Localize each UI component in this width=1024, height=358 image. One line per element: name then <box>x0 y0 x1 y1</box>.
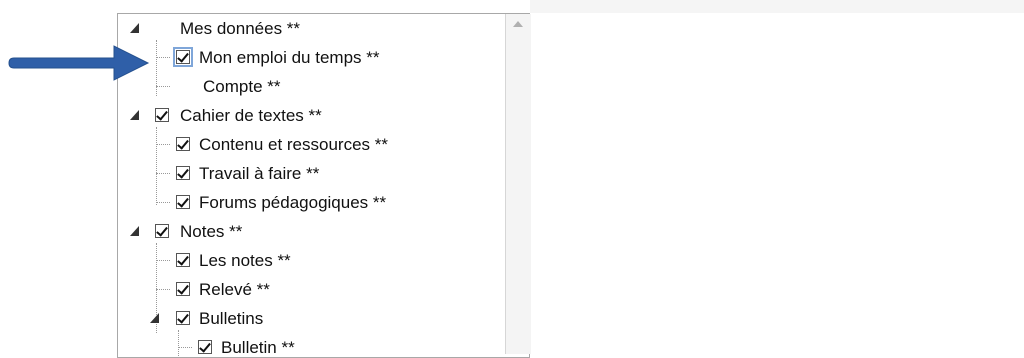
checkbox[interactable] <box>176 253 190 267</box>
tree-item-label: Notes ** <box>180 222 243 241</box>
tree-item-bulletins[interactable]: Bulletins <box>118 307 508 331</box>
tree-item-compte[interactable]: Compte ** <box>118 75 508 99</box>
checkbox[interactable] <box>176 166 190 180</box>
tree-item-label: Travail à faire ** <box>199 164 320 183</box>
tree-item-cahier-de-textes[interactable]: Cahier de textes ** <box>118 104 508 128</box>
tree-item-releve[interactable]: Relevé ** <box>118 278 508 302</box>
background-strip <box>530 0 1024 13</box>
tree-item-contenu-et-ressources[interactable]: Contenu et ressources ** <box>118 133 508 157</box>
checkbox[interactable] <box>198 340 212 354</box>
checkbox[interactable] <box>155 108 169 122</box>
vertical-scrollbar[interactable] <box>505 14 531 354</box>
arrow-right-icon <box>8 45 150 81</box>
expander-triangle-icon[interactable] <box>130 226 139 236</box>
checkbox[interactable] <box>155 224 169 238</box>
tree-item-les-notes[interactable]: Les notes ** <box>118 249 508 273</box>
checkbox[interactable] <box>176 195 190 209</box>
tree-item-mes-donnees[interactable]: Mes données ** <box>118 17 508 41</box>
tree-item-label: Les notes ** <box>199 251 291 270</box>
checkbox[interactable] <box>173 47 193 67</box>
tree-item-label: Mes données ** <box>180 19 301 38</box>
checkbox[interactable] <box>176 311 190 325</box>
scroll-up-arrow-icon[interactable] <box>513 21 523 27</box>
expander-triangle-icon[interactable] <box>150 313 159 323</box>
checkbox[interactable] <box>176 282 190 296</box>
tree-item-label: Forums pédagogiques ** <box>199 193 387 212</box>
tree-item-label: Relevé ** <box>199 280 270 299</box>
expander-triangle-icon[interactable] <box>130 23 139 33</box>
tree-item-bulletin[interactable]: Bulletin ** <box>118 336 508 357</box>
tree-item-label: Bulletins <box>199 309 264 328</box>
tree-item-forums-pedagogiques[interactable]: Forums pédagogiques ** <box>118 191 508 215</box>
tree-item-notes[interactable]: Notes ** <box>118 220 508 244</box>
permissions-tree: Mes données ** Mon emploi du temps ** Co… <box>117 13 530 358</box>
tree-item-mon-emploi-du-temps[interactable]: Mon emploi du temps ** <box>118 46 508 70</box>
tree-item-label: Cahier de textes ** <box>180 106 322 125</box>
tree-item-label: Contenu et ressources ** <box>199 135 388 154</box>
expander-triangle-icon[interactable] <box>130 110 139 120</box>
tree-item-label: Compte ** <box>203 77 281 96</box>
tree-item-label: Mon emploi du temps ** <box>199 48 380 67</box>
checkbox[interactable] <box>176 137 190 151</box>
tree-item-label: Bulletin ** <box>221 338 295 357</box>
tree-item-travail-a-faire[interactable]: Travail à faire ** <box>118 162 508 186</box>
